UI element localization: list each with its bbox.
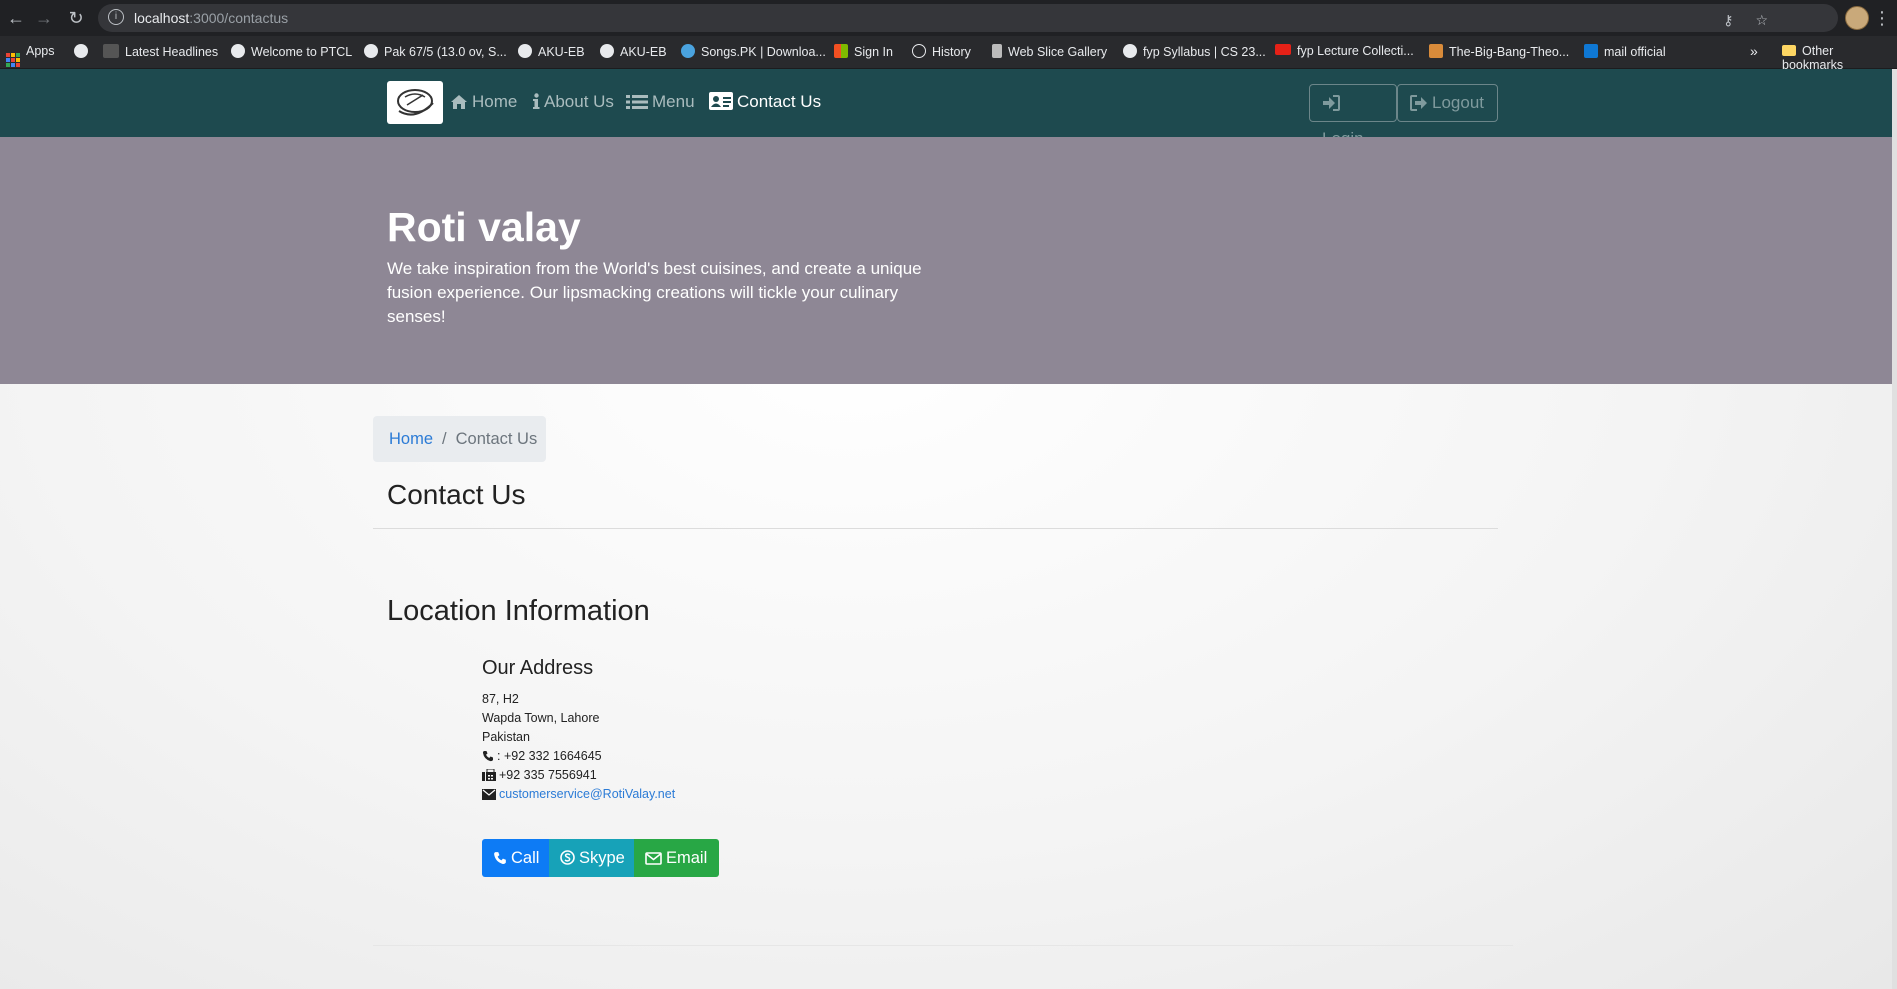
globe-icon <box>74 44 88 58</box>
url-path: :3000/contactus <box>189 10 289 26</box>
call-button[interactable]: Call <box>482 839 549 877</box>
globe-icon <box>518 44 532 58</box>
apps-grid-icon <box>6 53 20 67</box>
breadcrumb-home-link[interactable]: Home <box>389 430 433 448</box>
browser-toolbar: ← → ↻ i localhost:3000/contactus ⚷ ☆ ⋮ <box>0 0 1897 36</box>
bookmark-aku-eb-2[interactable]: AKU-EB <box>600 44 667 59</box>
page-title: Contact Us <box>387 479 526 510</box>
page-scrollbar[interactable] <box>1892 69 1897 989</box>
address-card-icon <box>709 92 733 110</box>
bookmark-big-bang-theory[interactable]: The-Big-Bang-Theo... <box>1429 44 1569 59</box>
bookmark-ptcl[interactable]: Welcome to PTCL <box>231 44 352 59</box>
breadcrumb: Home / Contact Us <box>373 416 546 462</box>
bookmark-aku-eb-1[interactable]: AKU-EB <box>518 44 585 59</box>
bbc-icon <box>103 44 119 58</box>
contact-button-group: Call Skype Email <box>482 839 719 877</box>
bookmark-web-slice[interactable]: Web Slice Gallery <box>992 44 1107 59</box>
breadcrumb-current: Contact Us <box>455 430 538 448</box>
email-link[interactable]: customerservice@RotiValay.net <box>499 787 675 801</box>
breadcrumb-separator: / <box>442 430 447 448</box>
bookmark-latest-headlines[interactable]: Latest Headlines <box>103 44 218 59</box>
section-divider <box>373 528 1498 529</box>
globe-icon <box>1123 44 1137 58</box>
profile-avatar[interactable] <box>1845 6 1869 30</box>
nav-home[interactable]: Home <box>450 92 517 112</box>
address-url[interactable]: localhost:3000/contactus <box>134 10 288 26</box>
fax-icon <box>482 768 496 781</box>
address-line-2: Wapda Town, Lahore <box>482 711 600 725</box>
site-navbar: Home About Us Menu Contact Us Login Logo… <box>0 69 1892 148</box>
phone-icon <box>494 852 506 864</box>
globe-icon <box>600 44 614 58</box>
nav-contact-us[interactable]: Contact Us <box>709 92 821 112</box>
bookmark-mail-official[interactable]: mail official <box>1584 44 1666 59</box>
hero-description: We take inspiration from the World's bes… <box>387 259 922 326</box>
envelope-icon <box>645 852 662 865</box>
youtube-icon <box>1275 44 1291 55</box>
bookmark-star-icon[interactable]: ☆ <box>1755 12 1768 28</box>
key-icon[interactable]: ⚷ <box>1723 12 1733 28</box>
web-page: Home About Us Menu Contact Us Login Logo… <box>0 69 1892 989</box>
roti-logo-icon <box>397 89 434 116</box>
login-button[interactable]: Login <box>1309 84 1397 148</box>
email-button[interactable]: Email <box>634 839 719 877</box>
bookmark-sign-in[interactable]: Sign In <box>834 44 893 59</box>
bookmark-globe[interactable] <box>74 44 94 59</box>
url-host: localhost <box>134 10 190 26</box>
location-heading: Location Information <box>387 595 650 627</box>
folder-icon <box>1782 45 1796 56</box>
bookmark-pak-score[interactable]: Pak 67/5 (13.0 ov, S... <box>364 44 507 59</box>
fax-line: +92 335 7556941 <box>482 768 597 782</box>
skype-button[interactable]: Skype <box>549 839 634 877</box>
list-icon <box>626 95 648 109</box>
address-heading: Our Address <box>482 657 594 679</box>
phone-line: : +92 332 1664645 <box>482 749 602 763</box>
other-bookmarks[interactable]: Other bookmarks <box>1782 44 1897 72</box>
address-line-3: Pakistan <box>482 730 530 744</box>
phone-icon <box>482 751 493 762</box>
tv-show-icon <box>1429 44 1443 58</box>
hero-title: Roti valay <box>387 204 581 250</box>
brand-logo[interactable] <box>387 81 443 124</box>
bookmark-apps[interactable]: Apps <box>6 44 55 67</box>
bookmark-songs-pk[interactable]: Songs.PK | Downloa... <box>681 44 826 59</box>
microsoft-icon <box>834 44 848 58</box>
email-line: customerservice@RotiValay.net <box>482 787 675 801</box>
bookmark-fyp-lecture[interactable]: fyp Lecture Collecti... <box>1275 44 1414 58</box>
sign-in-icon <box>1323 95 1340 111</box>
home-icon <box>451 95 467 109</box>
site-info-icon[interactable]: i <box>108 9 124 25</box>
footer-divider <box>373 945 1513 946</box>
address-line-1: 87, H2 <box>482 692 519 706</box>
reload-icon[interactable]: ↻ <box>64 6 88 30</box>
outlook-icon <box>1584 44 1598 58</box>
globe-icon <box>364 44 378 58</box>
web-slice-icon <box>992 44 1002 58</box>
forward-arrow-icon[interactable]: → <box>32 6 56 30</box>
bookmark-fyp-syllabus[interactable]: fyp Syllabus | CS 23... <box>1123 44 1266 59</box>
address-bar[interactable]: i localhost:3000/contactus ⚷ ☆ <box>98 4 1838 32</box>
logout-button[interactable]: Logout <box>1397 84 1498 122</box>
skype-icon <box>560 850 575 865</box>
bookmarks-bar: Apps Latest Headlines Welcome to PTCL Pa… <box>0 36 1897 72</box>
globe-icon <box>231 44 245 58</box>
bookmark-history[interactable]: History <box>912 44 971 59</box>
info-icon <box>533 93 540 109</box>
google-icon <box>681 44 695 58</box>
sign-out-icon <box>1410 95 1427 111</box>
nav-about-us[interactable]: About Us <box>532 92 614 112</box>
back-arrow-icon[interactable]: ← <box>4 6 28 30</box>
nav-menu[interactable]: Menu <box>626 92 695 112</box>
more-bookmarks-chevron[interactable]: » <box>1750 43 1758 59</box>
history-icon <box>912 44 926 58</box>
envelope-icon <box>482 789 496 800</box>
browser-menu-icon[interactable]: ⋮ <box>1873 6 1891 30</box>
